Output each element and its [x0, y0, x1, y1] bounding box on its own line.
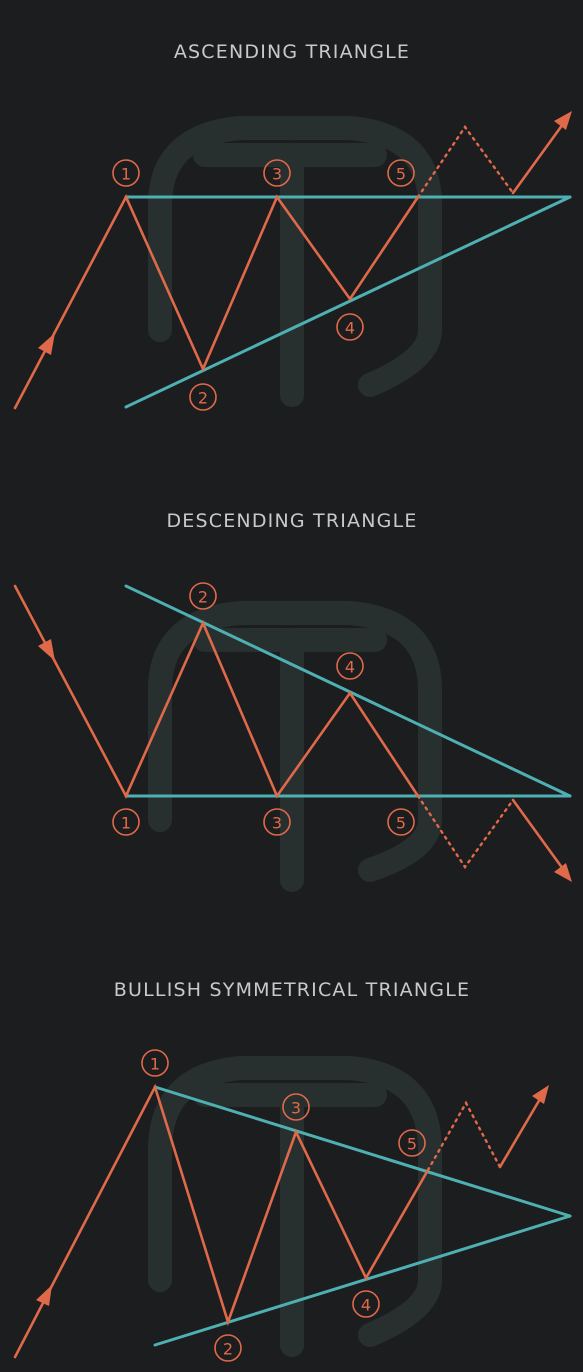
trend-arrow — [38, 639, 55, 661]
point-marker-2: 2 — [189, 582, 217, 610]
svg-text:4: 4 — [345, 658, 355, 677]
svg-text:1: 1 — [121, 814, 131, 833]
svg-text:3: 3 — [272, 814, 282, 833]
svg-text:5: 5 — [407, 1135, 417, 1154]
panel-bullish-symmetrical-triangle: BULLISH SYMMETRICAL TRIANGLE 1 2 3 4 5 — [13, 979, 572, 1362]
svg-text:2: 2 — [198, 588, 208, 607]
point-marker-5: 5 — [387, 159, 415, 187]
point-marker-5: 5 — [387, 808, 415, 836]
svg-text:1: 1 — [121, 165, 131, 184]
svg-text:2: 2 — [223, 1340, 233, 1359]
triangle-patterns-diagram: ASCENDING TRIANGLE 1 2 3 4 5 DESCENDING … — [13, 41, 572, 1362]
svg-text:3: 3 — [272, 165, 282, 184]
point-marker-4: 4 — [336, 652, 364, 680]
point-marker-1: 1 — [112, 159, 140, 187]
trend-arrow — [38, 333, 55, 355]
breakout-arrow — [498, 1085, 549, 1169]
watermark-logo — [148, 601, 442, 892]
panel-title: BULLISH SYMMETRICAL TRIANGLE — [114, 979, 470, 1001]
svg-text:2: 2 — [198, 389, 208, 408]
svg-text:1: 1 — [150, 1055, 160, 1074]
svg-text:3: 3 — [291, 1099, 301, 1118]
panel-descending-triangle: DESCENDING TRIANGLE 1 2 3 4 5 — [13, 510, 572, 892]
panel-title: DESCENDING TRIANGLE — [166, 510, 417, 532]
point-marker-2: 2 — [214, 1334, 242, 1362]
point-marker-4: 4 — [336, 313, 364, 341]
svg-text:4: 4 — [361, 1296, 371, 1315]
support-line — [124, 195, 572, 409]
trend-arrow — [36, 1285, 52, 1306]
svg-text:5: 5 — [396, 814, 406, 833]
breakdown-arrow — [511, 798, 572, 882]
panel-ascending-triangle: ASCENDING TRIANGLE 1 2 3 4 5 — [13, 41, 572, 411]
price-wave — [13, 194, 420, 410]
point-marker-1: 1 — [141, 1049, 169, 1077]
panel-title: ASCENDING TRIANGLE — [174, 41, 410, 63]
point-marker-2: 2 — [189, 383, 217, 411]
point-marker-4: 4 — [352, 1290, 380, 1318]
breakout-arrow — [511, 111, 572, 195]
svg-text:5: 5 — [396, 165, 406, 184]
point-marker-1: 1 — [112, 808, 140, 836]
svg-text:4: 4 — [345, 319, 355, 338]
